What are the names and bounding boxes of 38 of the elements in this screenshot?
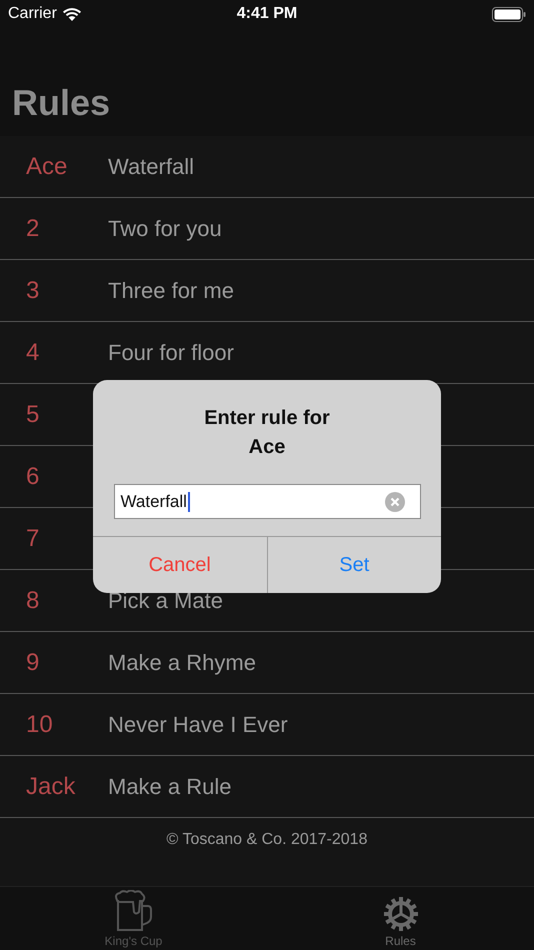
card-label: 5	[25, 400, 40, 428]
text-cursor	[188, 492, 190, 512]
card-label: 7	[25, 524, 40, 552]
alert-title: Enter rule for	[204, 406, 330, 431]
card-label: 2	[25, 214, 40, 242]
rule-row[interactable]: 3 Three for me	[0, 260, 534, 322]
card-label: 10	[25, 710, 54, 738]
rule-row[interactable]: 10 Never Have I Ever	[0, 694, 534, 756]
rule-text: Never Have I Ever	[108, 712, 288, 738]
beer-mug-icon	[114, 890, 154, 932]
carrier-label: Carrier	[8, 5, 57, 23]
copyright-text: © Toscano & Co. 2017-2018	[166, 831, 368, 848]
rule-text: Four for floor	[108, 340, 234, 366]
card-label: Jack	[25, 772, 76, 800]
rule-row[interactable]: Jack Make a Rule	[0, 756, 534, 818]
rule-text: Make a Rule	[108, 774, 232, 800]
text-field[interactable]: Waterfall	[114, 484, 420, 519]
rule-row[interactable]: 9 Make a Rhyme	[0, 632, 534, 694]
card-label: 6	[25, 462, 40, 490]
card-label: Ace	[25, 152, 68, 180]
rule-text: Two for you	[108, 216, 222, 242]
battery-icon	[492, 6, 526, 22]
wifi-icon	[62, 8, 81, 20]
rule-text: Three for me	[108, 278, 234, 304]
card-label: 4	[25, 338, 40, 366]
rule-row[interactable]: 2 Two for you	[0, 198, 534, 260]
tab-item[interactable]: Rules	[267, 887, 534, 950]
page-title: Rules	[12, 82, 110, 124]
card-label: 8	[25, 586, 40, 614]
card-label: 9	[25, 648, 40, 676]
rule-row[interactable]: Ace Waterfall	[0, 136, 534, 198]
alert-subject: Ace	[248, 435, 286, 460]
rule-text: Waterfall	[108, 154, 194, 180]
card-label: 3	[25, 276, 40, 304]
gear-icon	[382, 896, 418, 932]
clock: 4:41 PM	[236, 5, 298, 23]
rule-text: Make a Rhyme	[108, 650, 256, 676]
clear-icon[interactable]	[384, 492, 404, 512]
